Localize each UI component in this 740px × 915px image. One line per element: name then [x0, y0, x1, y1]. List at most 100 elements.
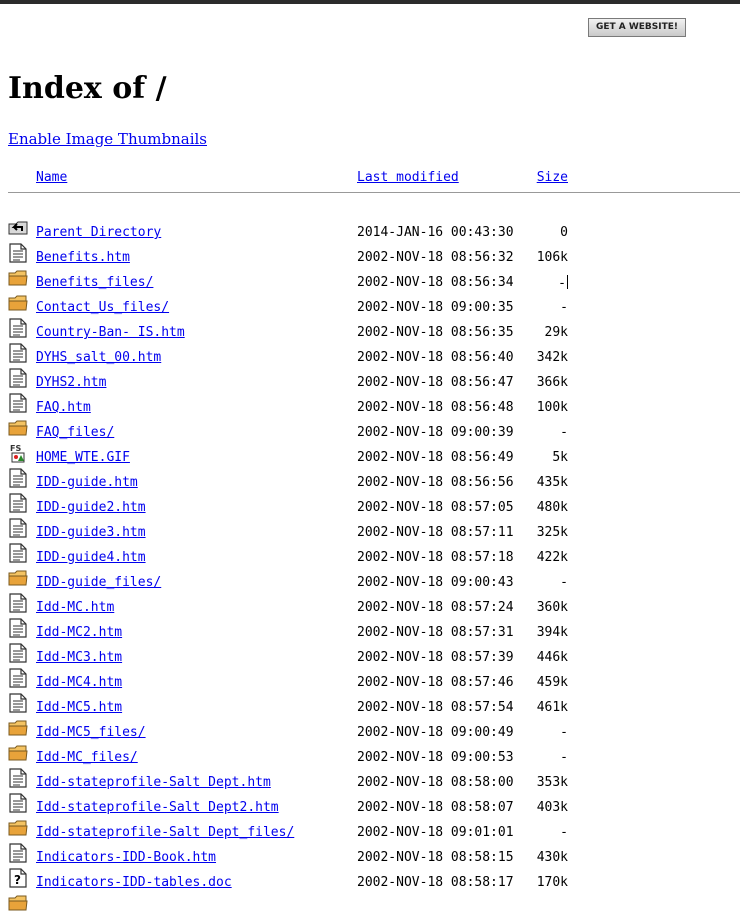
page-title: Index of /	[8, 71, 167, 106]
file-row: Idd-MC5.htm 2002-NOV-18 08:57:54 461k	[8, 690, 740, 715]
file-modified: 2002-NOV-18 09:01:01	[357, 825, 514, 840]
file-size: 100k	[536, 400, 568, 415]
file-name-link[interactable]: Indicators-IDD-tables.doc	[36, 875, 232, 891]
file-name-link[interactable]: Idd-stateprofile-Salt Dept2.htm	[36, 800, 279, 816]
file-name-link[interactable]: Idd-MC5.htm	[36, 700, 122, 716]
file-modified: 2002-NOV-18 08:56:47	[357, 375, 514, 390]
folder-icon	[8, 893, 28, 913]
file-size: 325k	[536, 525, 568, 540]
file-size: -	[560, 825, 568, 840]
file-name-link[interactable]: Idd-stateprofile-Salt Dept_files/	[36, 825, 294, 841]
text-file-icon	[8, 368, 28, 388]
file-name-link[interactable]: Benefits_files/	[36, 275, 153, 291]
file-name-link[interactable]: Benefits.htm	[36, 250, 130, 266]
file-name-link[interactable]: FAQ.htm	[36, 400, 91, 416]
file-row: DYHS2.htm 2002-NOV-18 08:56:47 366k	[8, 365, 740, 390]
file-modified: 2002-NOV-18 09:00:39	[357, 425, 514, 440]
file-name-link[interactable]: FAQ_files/	[36, 425, 114, 441]
file-name-link[interactable]: IDD-guide4.htm	[36, 550, 146, 566]
text-file-icon	[8, 518, 28, 538]
file-row: FAQ.htm 2002-NOV-18 08:56:48 100k	[8, 390, 740, 415]
folder-icon	[8, 293, 28, 313]
file-name-link[interactable]: IDD-guide3.htm	[36, 525, 146, 541]
text-file-icon	[8, 343, 28, 363]
file-name-link[interactable]: Country-Ban- IS.htm	[36, 325, 185, 341]
folder-icon	[8, 418, 28, 438]
file-name-link[interactable]: DYHS_salt_00.htm	[36, 350, 161, 366]
file-row: Idd-MC_files/2002-NOV-18 09:00:53 -	[8, 740, 740, 765]
file-name-link[interactable]: IDD-guide_files/	[36, 575, 161, 591]
file-modified: 2002-NOV-18 08:57:11	[357, 525, 514, 540]
file-modified: 2002-NOV-18 08:56:48	[357, 400, 514, 415]
get-a-website-button[interactable]: GET A WEBSITE!	[588, 18, 686, 37]
sort-by-last-modified-link[interactable]: Last modified	[357, 170, 459, 185]
file-size: -	[560, 425, 568, 440]
file-row: Idd-MC.htm 2002-NOV-18 08:57:24 360k	[8, 590, 740, 615]
file-size: 461k	[536, 700, 568, 715]
file-size: 353k	[536, 775, 568, 790]
file-modified: 2002-NOV-18 08:56:34	[357, 275, 514, 290]
file-name-link[interactable]: Indicators-IDD-Book.htm	[36, 850, 216, 866]
file-modified: 2002-NOV-18 08:58:00	[357, 775, 514, 790]
file-name-link[interactable]: HOME_WTE.GIF	[36, 450, 130, 466]
file-name-link[interactable]: Idd-MC5_files/	[36, 725, 146, 741]
file-modified: 2002-NOV-18 08:56:32	[357, 250, 514, 265]
text-cursor	[567, 275, 568, 289]
file-size: -	[560, 300, 568, 315]
file-name-link[interactable]: DYHS2.htm	[36, 375, 106, 391]
file-size: 342k	[536, 350, 568, 365]
file-name-link[interactable]: Contact_Us_files/	[36, 300, 169, 316]
file-row: Indicators-IDD-Book.htm 2002-NOV-18 08:58…	[8, 840, 740, 865]
text-file-icon	[8, 843, 28, 863]
file-modified: 2002-NOV-18 08:57:31	[357, 625, 514, 640]
file-modified: 2002-NOV-18 08:56:40	[357, 350, 514, 365]
file-name-link[interactable]: Idd-MC.htm	[36, 600, 114, 616]
file-name-link[interactable]: Idd-MC2.htm	[36, 625, 122, 641]
file-modified: 2002-NOV-18 08:56:49	[357, 450, 514, 465]
file-size: 459k	[536, 675, 568, 690]
folder-icon	[8, 818, 28, 838]
file-row: IDD-guide.htm 2002-NOV-18 08:56:56 435k	[8, 465, 740, 490]
text-file-icon	[8, 693, 28, 713]
sort-by-size-link[interactable]: Size	[537, 170, 568, 185]
file-size: 394k	[536, 625, 568, 640]
file-name-link[interactable]: IDD-guide.htm	[36, 475, 138, 491]
file-modified: 2002-NOV-18 08:57:24	[357, 600, 514, 615]
file-size: 5k	[552, 450, 568, 465]
text-file-icon	[8, 543, 28, 563]
file-row: FAQ_files/2002-NOV-18 09:00:39 -	[8, 415, 740, 440]
text-file-icon	[8, 243, 28, 263]
file-row: Benefits_files/2002-NOV-18 08:56:34-	[8, 265, 740, 291]
file-modified: 2002-NOV-18 08:58:07	[357, 800, 514, 815]
file-row: IDD-guide2.htm 2002-NOV-18 08:57:05 480k	[8, 490, 740, 515]
file-name-link[interactable]: Idd-MC3.htm	[36, 650, 122, 666]
file-row: Contact_Us_files/2002-NOV-18 09:00:35 -	[8, 290, 740, 315]
file-size: 480k	[536, 500, 568, 515]
file-modified: 2002-NOV-18 08:57:18	[357, 550, 514, 565]
file-modified: 2002-NOV-18 09:00:49	[357, 725, 514, 740]
file-name-link[interactable]: Idd-MC4.htm	[36, 675, 122, 691]
unknown-file-icon: ?	[8, 868, 28, 888]
file-name-link[interactable]: Parent Directory	[36, 225, 161, 241]
file-size: 170k	[536, 875, 568, 890]
file-row: Idd-MC2.htm 2002-NOV-18 08:57:31 394k	[8, 615, 740, 640]
file-size: -	[560, 750, 568, 765]
file-name-link[interactable]: IDD-guide2.htm	[36, 500, 146, 516]
enable-thumbnails-link[interactable]: Enable Image Thumbnails	[8, 129, 207, 149]
file-row: Country-Ban- IS.htm 2002-NOV-18 08:56:35 2…	[8, 315, 740, 340]
file-size: 29k	[544, 325, 568, 340]
sort-by-name-link[interactable]: Name	[36, 170, 67, 185]
file-size: 360k	[536, 600, 568, 615]
file-modified: 2002-NOV-18 09:00:53	[357, 750, 514, 765]
file-row: Idd-MC5_files/2002-NOV-18 09:00:49 -	[8, 715, 740, 740]
text-file-icon	[8, 493, 28, 513]
text-file-icon	[8, 668, 28, 688]
file-size: -	[560, 725, 568, 740]
file-size: 403k	[536, 800, 568, 815]
file-row: Benefits.htm 2002-NOV-18 08:56:32 106k	[8, 240, 740, 265]
text-file-icon	[8, 643, 28, 663]
svg-text:?: ?	[14, 873, 21, 887]
file-name-link[interactable]: Idd-MC_files/	[36, 750, 138, 766]
folder-icon	[8, 268, 28, 288]
file-name-link[interactable]: Idd-stateprofile-Salt Dept.htm	[36, 775, 271, 791]
